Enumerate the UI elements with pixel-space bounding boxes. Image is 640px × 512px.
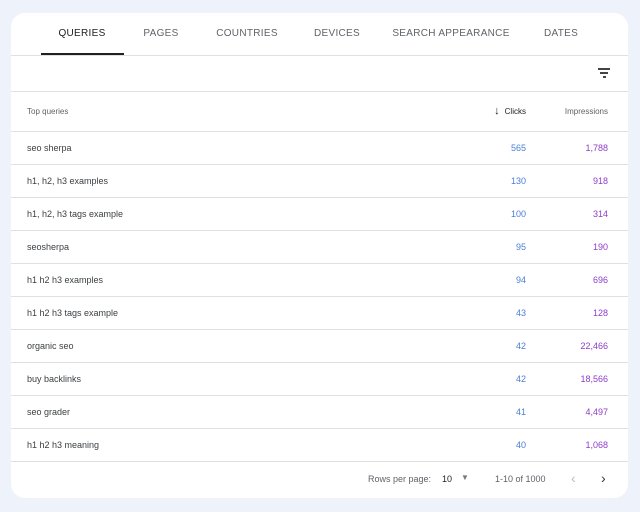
clicks-cell: 42 xyxy=(406,329,526,363)
impressions-cell: 314 xyxy=(526,197,628,231)
query-cell: seosherpa xyxy=(11,230,406,264)
query-cell: h1, h2, h3 examples xyxy=(11,164,406,198)
query-cell: h1 h2 h3 meaning xyxy=(11,428,406,462)
rows-per-page-label: Rows per page: xyxy=(368,474,432,484)
sort-arrow-down-icon: ↓ xyxy=(494,105,500,118)
clicks-cell: 565 xyxy=(406,131,526,165)
tab-bar: QUERIES PAGES COUNTRIES DEVICES SEARCH A… xyxy=(11,13,628,56)
table-row[interactable]: seo sherpa 565 1,788 xyxy=(11,131,628,165)
pagination: Rows per page: 10 ▼ 1-10 of 1000 ‹ › xyxy=(11,460,628,498)
table-row[interactable]: h1 h2 h3 meaning 40 1,068 xyxy=(11,428,628,462)
impressions-cell: 918 xyxy=(526,164,628,198)
clicks-cell: 42 xyxy=(406,362,526,396)
filter-icon[interactable] xyxy=(597,68,611,80)
tab-search-appearance[interactable]: SEARCH APPEARANCE xyxy=(392,13,509,56)
impressions-cell: 1,068 xyxy=(526,428,628,462)
clicks-cell: 130 xyxy=(406,164,526,198)
query-cell: h1 h2 h3 tags example xyxy=(11,296,406,330)
rows-per-page-select[interactable]: 10 xyxy=(442,474,452,484)
tab-dates[interactable]: DATES xyxy=(544,13,578,56)
next-page-chevron-icon[interactable]: › xyxy=(601,470,606,486)
clicks-cell: 41 xyxy=(406,395,526,429)
header-clicks[interactable]: ↓ Clicks xyxy=(406,92,526,132)
header-impressions[interactable]: Impressions xyxy=(526,92,628,132)
query-cell: buy backlinks xyxy=(11,362,406,396)
active-tab-indicator xyxy=(41,53,124,55)
table-row[interactable]: h1, h2, h3 examples 130 918 xyxy=(11,164,628,198)
tab-queries[interactable]: QUERIES xyxy=(58,13,105,56)
clicks-cell: 94 xyxy=(406,263,526,297)
clicks-cell: 100 xyxy=(406,197,526,231)
table-row[interactable]: organic seo 42 22,466 xyxy=(11,329,628,363)
query-cell: h1 h2 h3 examples xyxy=(11,263,406,297)
query-cell: seo grader xyxy=(11,395,406,429)
table-row[interactable]: seo grader 41 4,497 xyxy=(11,395,628,429)
table-row[interactable]: h1 h2 h3 tags example 43 128 xyxy=(11,296,628,330)
query-cell: organic seo xyxy=(11,329,406,363)
impressions-cell: 22,466 xyxy=(526,329,628,363)
clicks-cell: 40 xyxy=(406,428,526,462)
clicks-cell: 43 xyxy=(406,296,526,330)
tab-devices[interactable]: DEVICES xyxy=(314,13,360,56)
clicks-cell: 95 xyxy=(406,230,526,264)
filter-bar xyxy=(11,56,628,92)
impressions-cell: 1,788 xyxy=(526,131,628,165)
query-cell: seo sherpa xyxy=(11,131,406,165)
impressions-cell: 190 xyxy=(526,230,628,264)
tab-countries[interactable]: COUNTRIES xyxy=(216,13,278,56)
page-range: 1-10 of 1000 xyxy=(495,474,546,484)
performance-card: QUERIES PAGES COUNTRIES DEVICES SEARCH A… xyxy=(11,13,628,498)
impressions-cell: 18,566 xyxy=(526,362,628,396)
header-top-queries: Top queries xyxy=(11,92,406,132)
table-row[interactable]: buy backlinks 42 18,566 xyxy=(11,362,628,396)
table-row[interactable]: seosherpa 95 190 xyxy=(11,230,628,264)
impressions-cell: 128 xyxy=(526,296,628,330)
query-cell: h1, h2, h3 tags example xyxy=(11,197,406,231)
impressions-cell: 4,497 xyxy=(526,395,628,429)
impressions-cell: 696 xyxy=(526,263,628,297)
table-row[interactable]: h1, h2, h3 tags example 100 314 xyxy=(11,197,628,231)
table-row[interactable]: h1 h2 h3 examples 94 696 xyxy=(11,263,628,297)
tab-pages[interactable]: PAGES xyxy=(143,13,178,56)
queries-table: Top queries ↓ Clicks Impressions seo sher… xyxy=(11,92,628,462)
prev-page-chevron-icon[interactable]: ‹ xyxy=(571,470,576,486)
dropdown-caret-icon[interactable]: ▼ xyxy=(461,473,469,482)
